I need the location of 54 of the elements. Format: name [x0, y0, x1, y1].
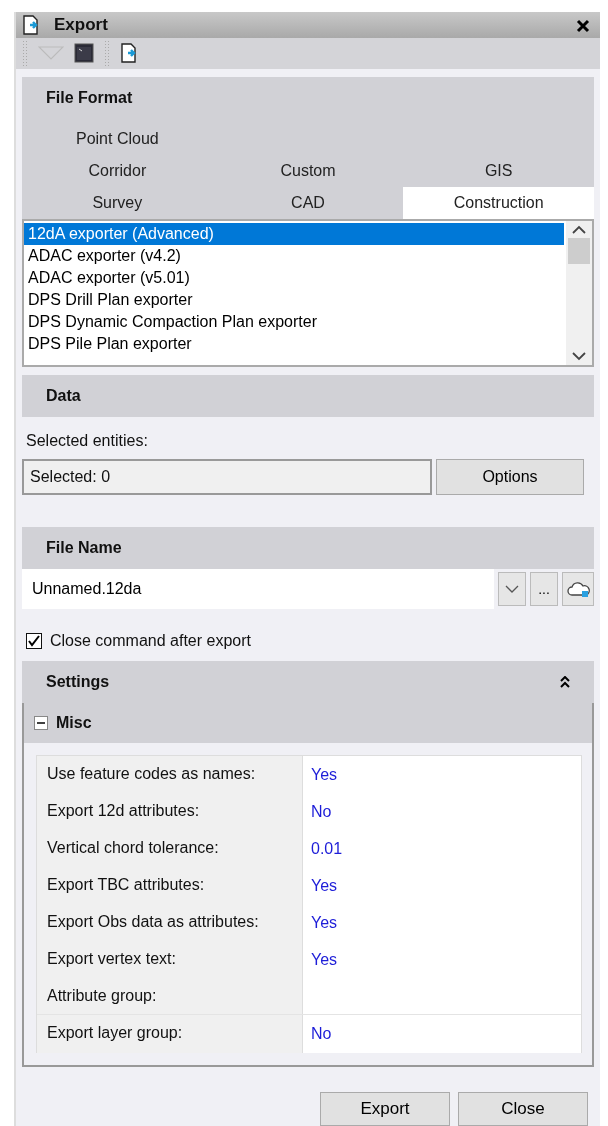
selected-count-field: Selected: 0: [22, 459, 432, 495]
close-icon[interactable]: [576, 19, 590, 34]
format-tab[interactable]: GIS: [403, 155, 594, 187]
property-name: Export TBC attributes:: [37, 867, 303, 905]
exporter-item[interactable]: 12dA exporter (Advanced): [24, 223, 564, 245]
window-title: Export: [54, 14, 109, 36]
property-name: Export 12d attributes:: [37, 793, 303, 831]
section-header: Settings: [46, 672, 110, 692]
exporter-item[interactable]: DPS Dynamic Compaction Plan exporter: [24, 311, 564, 333]
format-tab[interactable]: Construction: [403, 187, 594, 219]
format-tab[interactable]: Custom: [212, 155, 404, 187]
chevron-down-icon[interactable]: [572, 352, 586, 361]
property-value[interactable]: Yes: [303, 867, 581, 905]
format-tab[interactable]: Point Cloud: [22, 123, 213, 155]
file-name-field[interactable]: Unnamed.12da: [22, 569, 494, 609]
exporter-item[interactable]: DPS Drill Plan exporter: [24, 289, 564, 311]
property-name: Attribute group:: [37, 978, 303, 1014]
section-header: Data: [22, 375, 594, 417]
dialog-button[interactable]: Close: [458, 1092, 588, 1126]
exporter-item[interactable]: ADAC exporter (v4.2): [24, 245, 564, 267]
property-name: Use feature codes as names:: [37, 756, 303, 794]
checkbox-label: Close command after export: [50, 631, 251, 651]
collapse-box-icon[interactable]: [34, 716, 48, 730]
field-label: Selected entities:: [25, 431, 149, 451]
exporter-item[interactable]: DPS Pile Plan exporter: [24, 333, 564, 355]
format-tab[interactable]: Corridor: [22, 155, 213, 187]
cloud-icon[interactable]: [562, 572, 594, 606]
browse-button[interactable]: ...: [530, 572, 558, 606]
export-icon[interactable]: [120, 43, 138, 64]
property-value[interactable]: 0.01: [303, 830, 581, 868]
property-value[interactable]: No: [303, 793, 581, 831]
group-header: Misc: [56, 713, 92, 733]
property-name: Export Obs data as attributes:: [37, 904, 303, 942]
options-button[interactable]: Options: [436, 459, 584, 495]
section-header: File Name: [22, 527, 594, 569]
format-tab[interactable]: CAD: [212, 187, 404, 219]
terminal-icon[interactable]: [74, 43, 94, 64]
property-value[interactable]: Yes: [303, 756, 581, 794]
property-value[interactable]: Yes: [303, 941, 581, 979]
dialog-button[interactable]: Export: [320, 1092, 450, 1126]
property-name: Export layer group:: [37, 1015, 303, 1053]
property-name: Vertical chord tolerance:: [37, 830, 303, 868]
export-icon: [22, 14, 40, 35]
property-value[interactable]: No: [303, 1015, 581, 1053]
checkbox[interactable]: [26, 633, 42, 649]
exporter-item[interactable]: ADAC exporter (v5.01): [24, 267, 564, 289]
scrollbar-thumb[interactable]: [568, 238, 590, 264]
chevron-down-icon: [505, 585, 519, 593]
format-tab[interactable]: Survey: [22, 187, 213, 219]
property-name: Export vertex text:: [37, 941, 303, 979]
collapse-icon[interactable]: [560, 676, 570, 688]
chevron-up-icon[interactable]: [572, 225, 586, 234]
property-value[interactable]: Yes: [303, 904, 581, 942]
section-header: File Format: [22, 77, 594, 119]
